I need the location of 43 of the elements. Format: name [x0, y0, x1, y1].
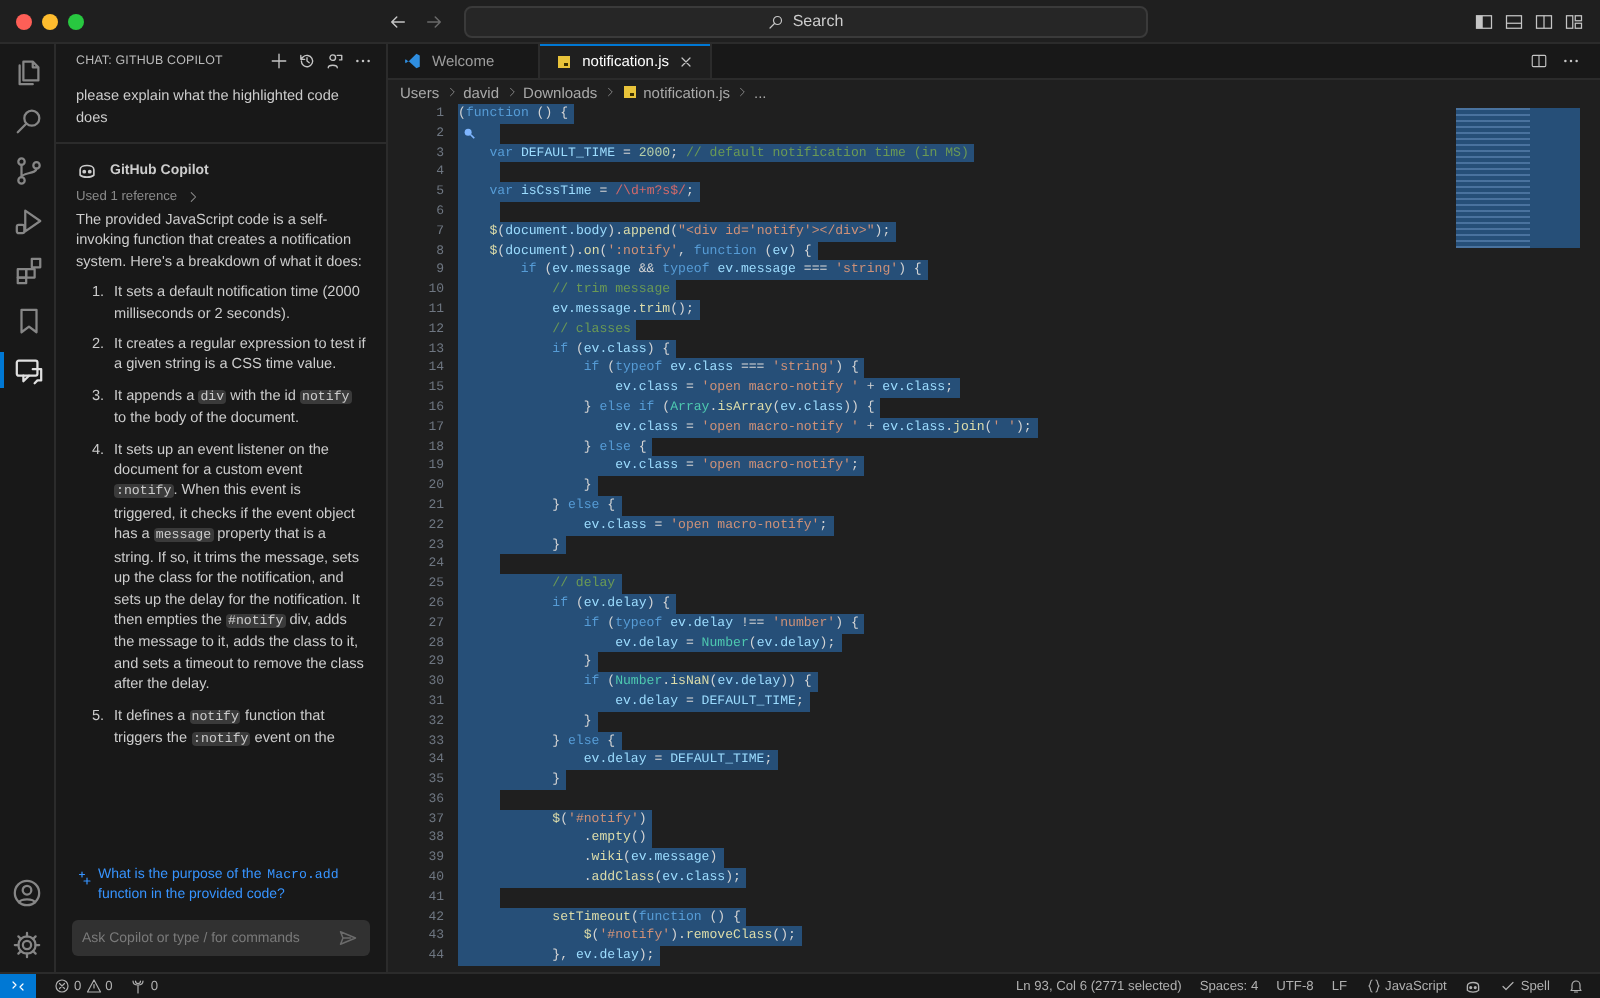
copilot-icon — [76, 160, 98, 182]
split-layout-icon[interactable] — [1534, 11, 1554, 31]
plus-icon[interactable] — [270, 52, 288, 70]
editor-logo-icon — [404, 52, 422, 70]
remote-icon — [10, 978, 26, 994]
account-icon[interactable] — [12, 878, 42, 908]
history-icon[interactable] — [298, 52, 316, 70]
minimize-window-button[interactable] — [42, 13, 58, 29]
close-window-button[interactable] — [16, 13, 32, 29]
javascript-file-icon — [556, 53, 573, 69]
chevron-right-icon — [736, 86, 748, 98]
javascript-file-icon — [621, 84, 638, 100]
search-icon — [14, 105, 44, 135]
check-icon — [1500, 978, 1517, 994]
forward-arrow-icon[interactable] — [424, 11, 444, 31]
send-icon[interactable] — [338, 928, 358, 948]
chevron-right-icon — [445, 86, 458, 98]
search-field[interactable]: Search — [464, 5, 1148, 37]
settings-icon[interactable] — [12, 930, 42, 960]
bookmark-icon — [14, 305, 44, 335]
chevron-right-icon — [505, 86, 518, 98]
warning-icon — [85, 978, 102, 994]
run-debug-icon — [14, 205, 44, 235]
antenna-icon — [130, 978, 147, 994]
search-icon — [768, 13, 785, 29]
error-icon — [54, 978, 70, 994]
chevron-right-icon — [185, 190, 200, 204]
files-icon — [14, 55, 44, 85]
source-control-icon — [14, 155, 44, 185]
close-icon[interactable] — [678, 53, 695, 69]
maximize-window-button[interactable] — [68, 13, 84, 29]
layout-grid-icon[interactable] — [1564, 11, 1584, 31]
copilot-icon[interactable] — [1464, 977, 1483, 995]
bell-icon[interactable] — [1568, 978, 1584, 994]
extensions-icon — [14, 255, 44, 285]
sidebar-toggle-icon[interactable] — [1474, 11, 1494, 31]
minimap-drawing — [1456, 108, 1580, 248]
panel-toggle-icon[interactable] — [1504, 11, 1524, 31]
chevron-right-icon — [603, 86, 616, 98]
braces-icon — [1365, 978, 1382, 994]
chat-icon — [14, 355, 44, 385]
split-editor-icon[interactable] — [1530, 52, 1548, 70]
back-arrow-icon[interactable] — [388, 11, 408, 31]
